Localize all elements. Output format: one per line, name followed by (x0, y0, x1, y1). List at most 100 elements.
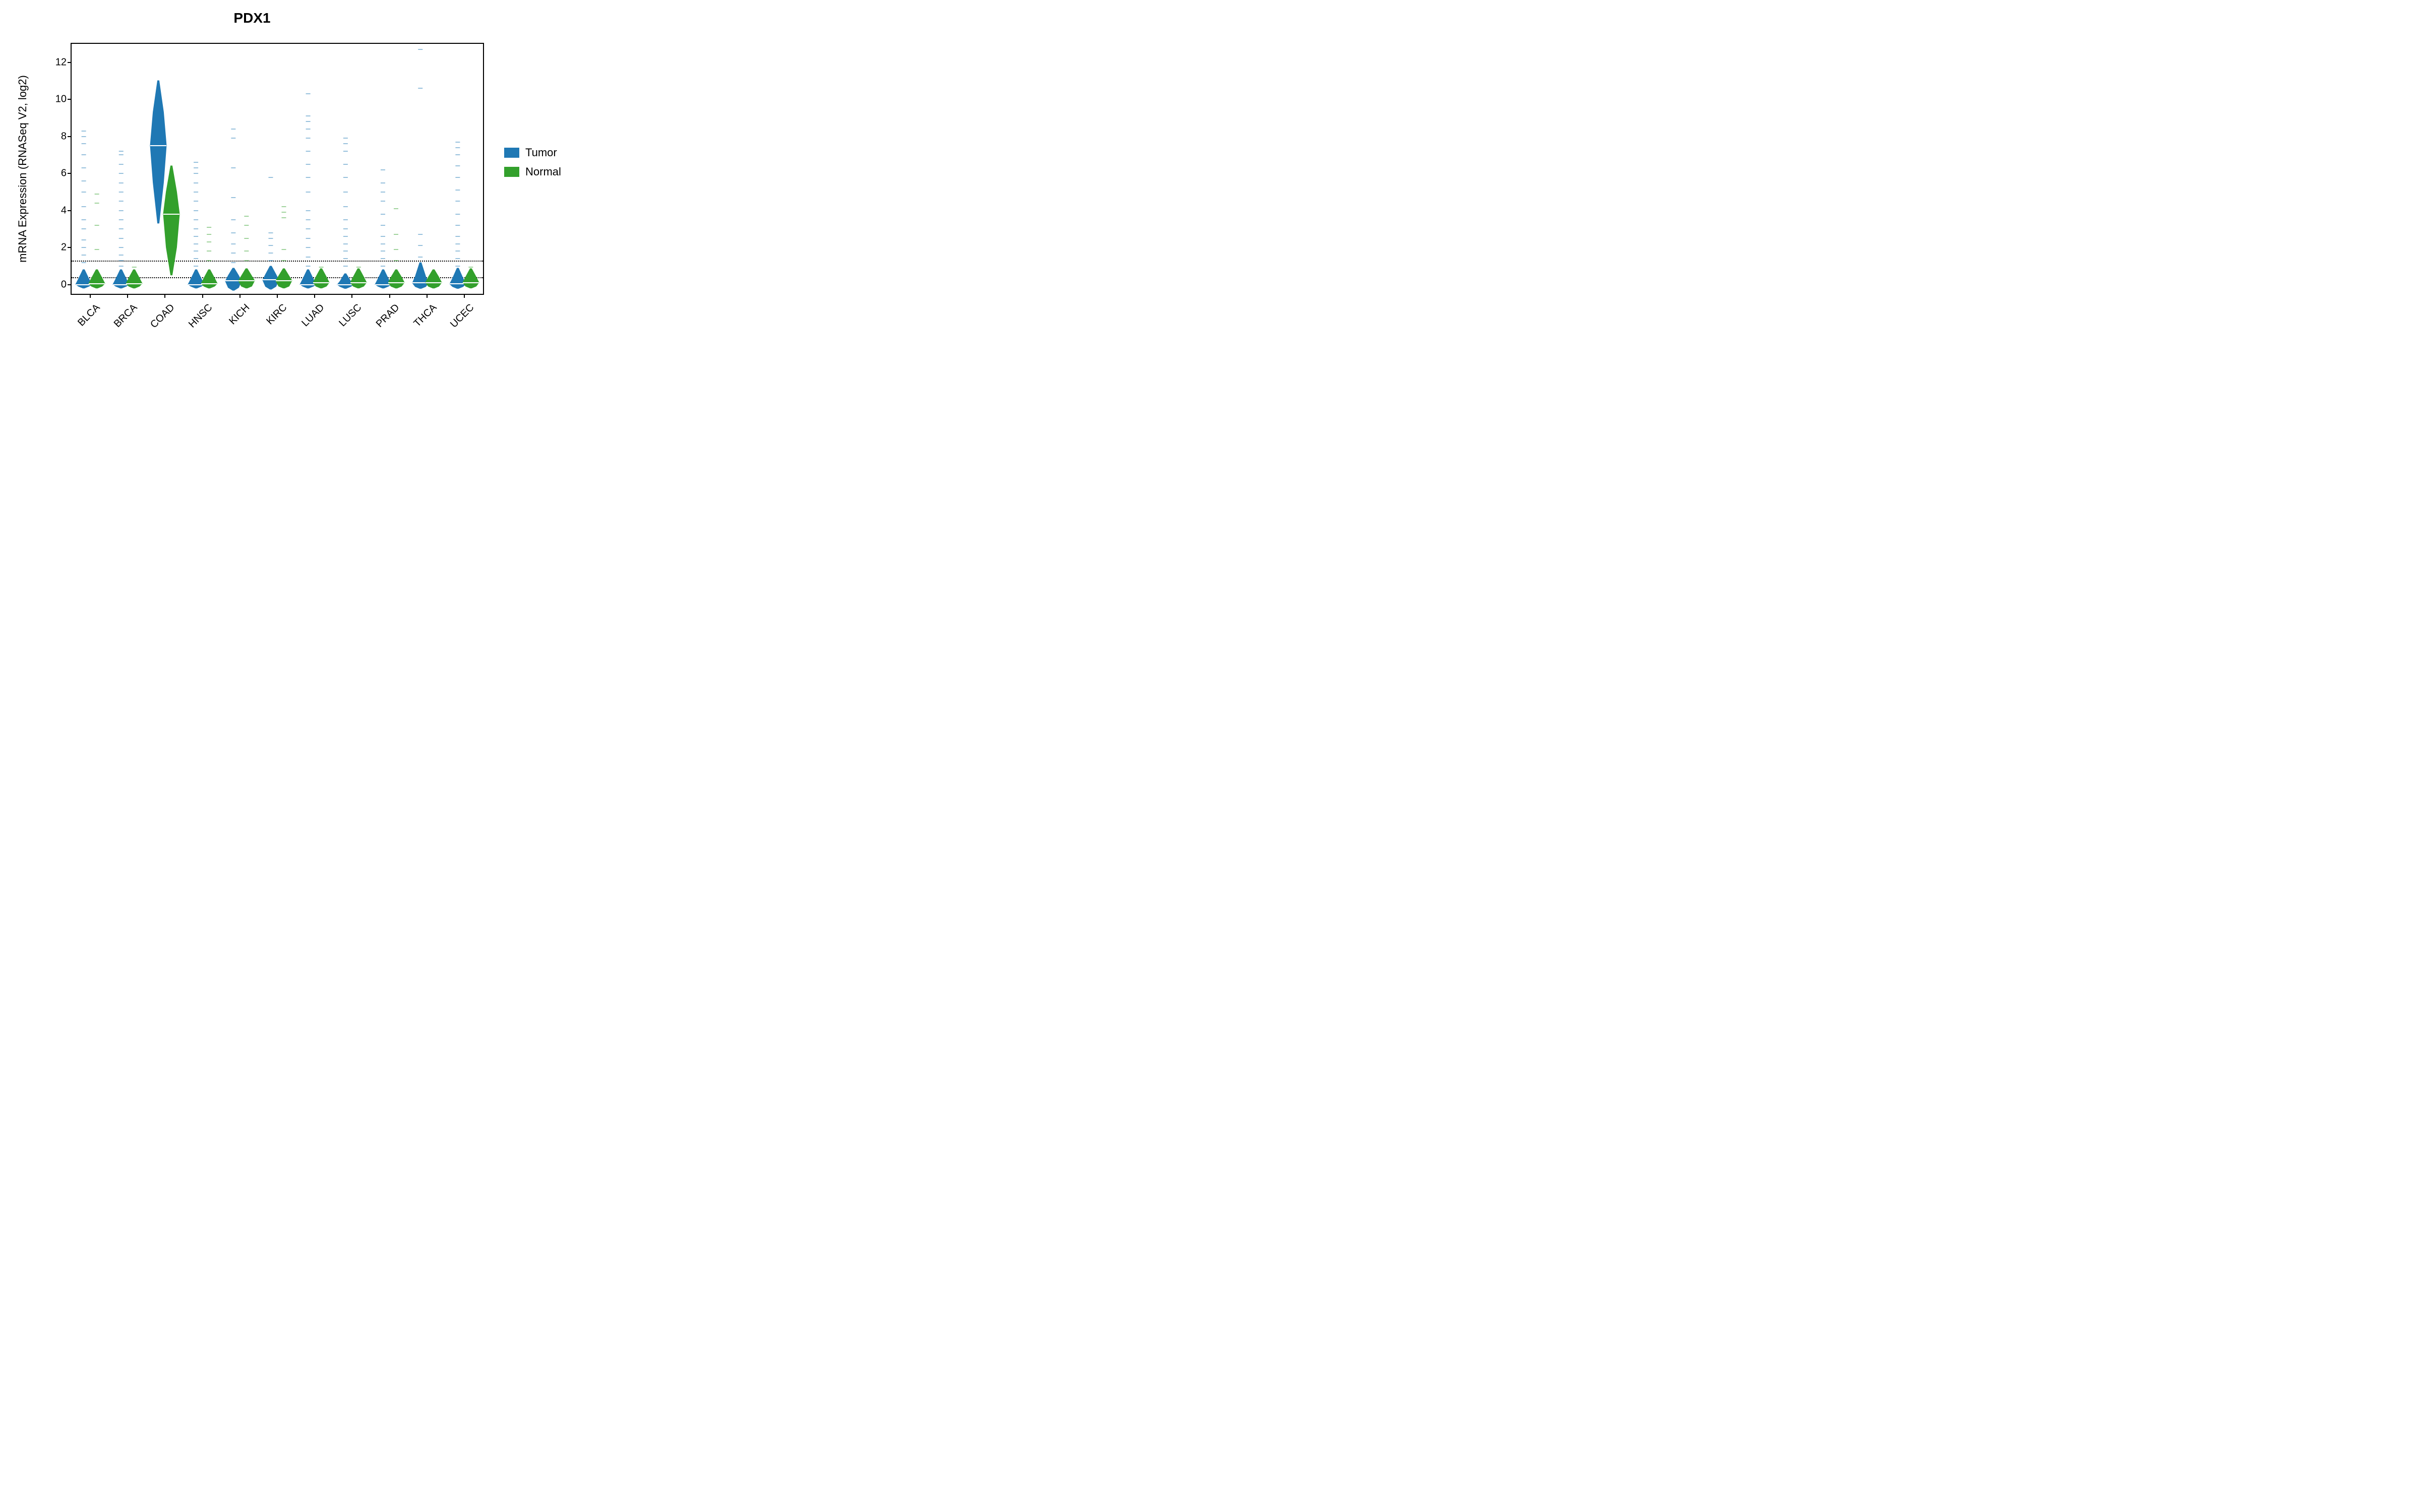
outlier-tick: ― (231, 195, 235, 200)
outlier-tick: ― (381, 241, 385, 246)
outlier-tick: ― (194, 208, 198, 213)
outlier-tick: ― (207, 249, 211, 254)
median-bar (426, 282, 442, 283)
outlier-tick: ― (455, 199, 460, 204)
outlier-tick: ― (231, 127, 235, 132)
outlier-tick: ― (244, 249, 249, 254)
outlier-tick: ― (231, 166, 235, 170)
outlier-tick: ― (119, 199, 124, 204)
outlier-tick: ― (306, 114, 311, 118)
outlier-tick: ― (244, 214, 249, 218)
bean-violin (312, 269, 330, 288)
outlier-tick: ― (381, 223, 385, 228)
outlier-tick: ― (269, 251, 273, 256)
outlier-tick: ― (282, 258, 286, 263)
x-category-label: KIRC (253, 302, 289, 339)
outlier-tick: ― (356, 265, 361, 269)
bean-violin (162, 166, 180, 275)
outlier-tick: ― (82, 218, 86, 222)
outlier-tick: ― (381, 180, 385, 185)
bean-violin (88, 270, 106, 288)
outlier-tick: ― (82, 178, 86, 183)
outlier-tick: ― (269, 258, 273, 263)
outlier-tick: ― (306, 264, 311, 268)
outlier-tick: ― (194, 166, 198, 170)
outlier-tick: ― (455, 164, 460, 168)
outlier-tick: ― (207, 258, 211, 263)
outlier-tick: ― (194, 218, 198, 222)
x-category-label: THCA (402, 302, 439, 339)
outlier-tick: ― (194, 227, 198, 231)
legend-swatch-tumor (504, 148, 519, 158)
outlier-tick: ― (82, 205, 86, 209)
outlier-tick: ― (82, 134, 86, 139)
outlier-tick: ― (82, 153, 86, 157)
x-category-label: HNSC (178, 302, 215, 339)
median-bar (126, 283, 142, 284)
outlier-tick: ― (381, 234, 385, 239)
chart-page: PDX1 mRNA Expression (RNASeq V2, log2) 0… (0, 0, 605, 378)
x-tick-mark (202, 294, 203, 298)
outlier-tick: ― (306, 127, 311, 132)
outlier-tick: ― (207, 232, 211, 237)
y-tick-mark (68, 99, 72, 100)
legend-label-normal: Normal (525, 165, 561, 178)
outlier-tick: ― (119, 258, 124, 263)
bean-violin (425, 270, 443, 288)
outlier-tick: ― (381, 249, 385, 254)
bean-violin (387, 270, 405, 288)
outlier-tick: ― (418, 243, 422, 248)
outlier-tick: ― (194, 180, 198, 185)
outlier-tick: ― (306, 208, 311, 213)
outlier-tick: ― (194, 171, 198, 176)
outlier-tick: ― (119, 180, 124, 185)
median-bar (201, 283, 217, 284)
outlier-tick: ― (244, 223, 249, 228)
outlier-tick: ― (119, 162, 124, 166)
legend-item-tumor: Tumor (504, 146, 561, 159)
outlier-tick: ― (306, 227, 311, 231)
outlier-tick: ― (343, 241, 348, 246)
median-bar (388, 282, 404, 283)
outlier-tick: ― (282, 205, 286, 209)
outlier-tick: ― (343, 175, 348, 179)
outlier-tick: ― (119, 245, 124, 250)
outlier-tick: ― (455, 234, 460, 239)
outlier-tick: ― (95, 201, 99, 205)
outlier-tick: ― (455, 257, 460, 261)
reference-line (72, 261, 483, 262)
outlier-tick: ― (119, 149, 124, 154)
outlier-tick: ― (343, 218, 348, 222)
outlier-tick: ― (455, 241, 460, 246)
outlier-tick: ― (119, 236, 124, 240)
median-bar (276, 280, 292, 281)
outlier-tick: ― (343, 264, 348, 268)
outlier-tick: ― (95, 223, 99, 228)
outlier-tick: ― (306, 245, 311, 250)
x-tick-mark (464, 294, 465, 298)
outlier-tick: ― (418, 232, 422, 237)
y-tick-mark (68, 62, 72, 63)
x-category-label: UCEC (440, 302, 476, 339)
y-tick-mark (68, 173, 72, 174)
outlier-tick: ― (394, 232, 398, 237)
legend: Tumor Normal (504, 146, 561, 184)
x-tick-mark (90, 294, 91, 298)
median-bar (163, 214, 179, 215)
median-bar (313, 282, 329, 283)
outlier-tick: ― (82, 260, 86, 265)
outlier-tick: ― (381, 199, 385, 204)
bean-violin (349, 269, 368, 288)
outlier-tick: ― (343, 162, 348, 166)
outlier-tick: ― (269, 243, 273, 248)
outlier-tick: ― (381, 257, 385, 261)
outlier-tick: ― (319, 265, 324, 269)
outlier-tick: ― (282, 216, 286, 220)
y-axis-title: mRNA Expression (RNASeq V2, log2) (16, 75, 29, 263)
x-category-label: KICH (215, 302, 252, 339)
legend-label-tumor: Tumor (525, 146, 557, 159)
median-bar (89, 283, 105, 284)
outlier-tick: ― (231, 251, 235, 256)
outlier-tick: ― (306, 162, 311, 166)
outlier-tick: ― (119, 218, 124, 222)
